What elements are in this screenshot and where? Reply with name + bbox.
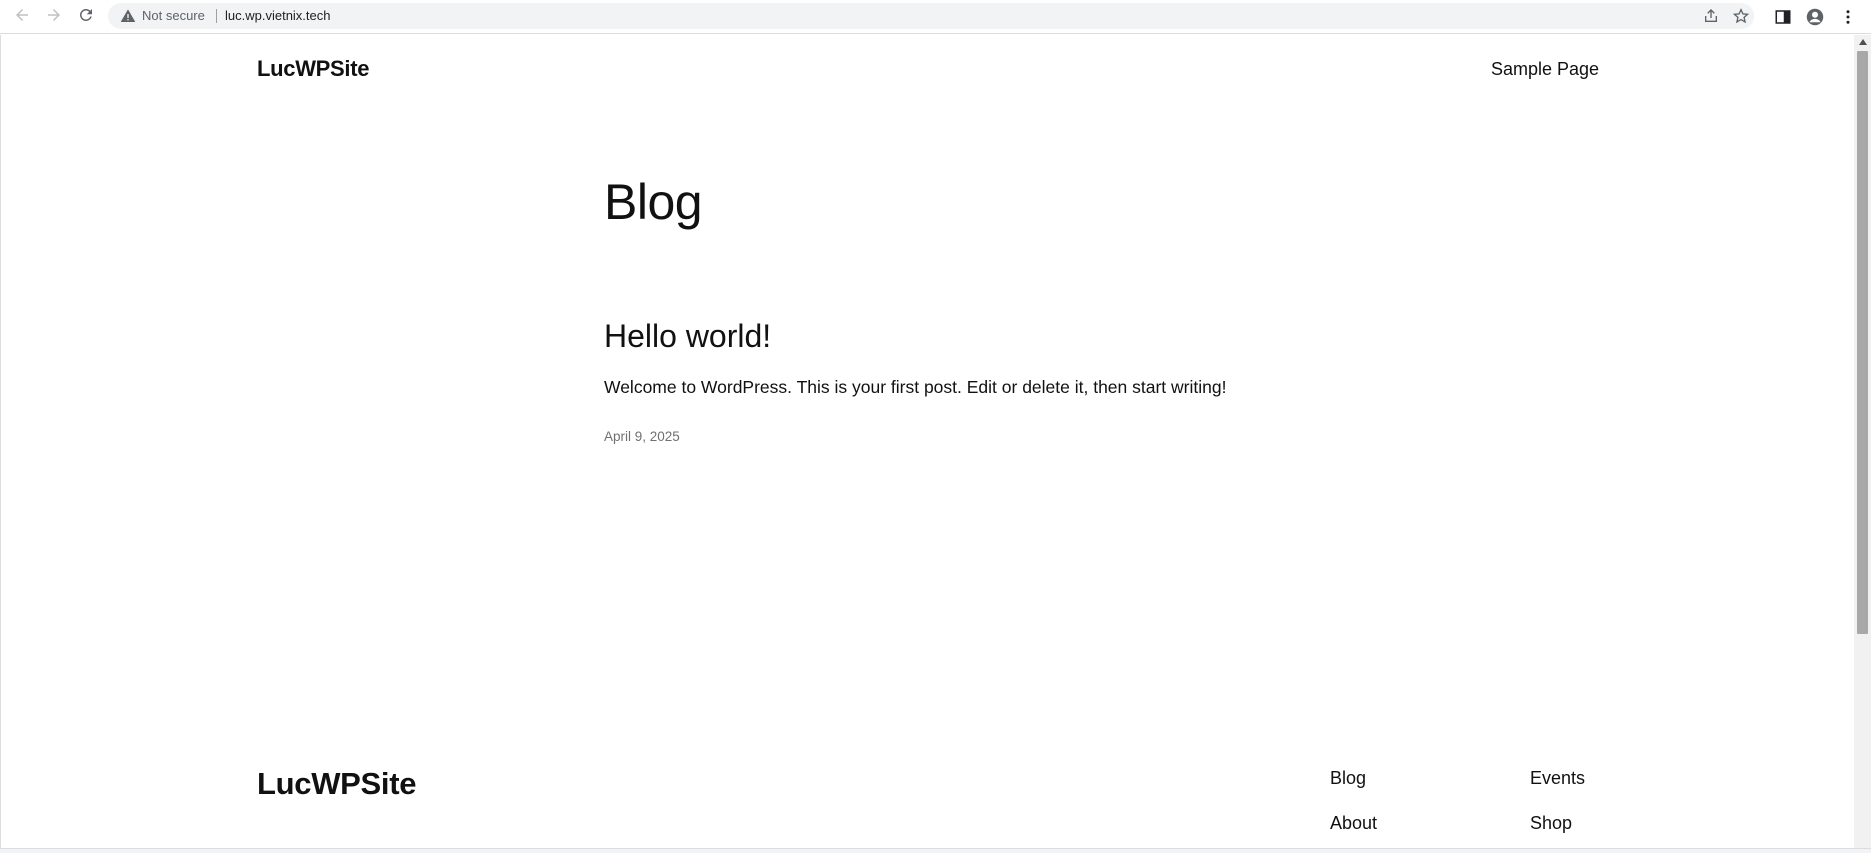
site-title-link[interactable]: LucWPSite bbox=[257, 56, 370, 82]
address-bar[interactable]: Not secure luc.wp.vietnix.tech bbox=[108, 3, 1754, 29]
reload-icon bbox=[79, 8, 92, 21]
reload-button[interactable] bbox=[74, 3, 98, 27]
footer-site-title-link[interactable]: LucWPSite bbox=[257, 764, 417, 804]
side-panel-icon bbox=[1775, 10, 1791, 24]
footer-link-blog[interactable]: Blog bbox=[1330, 767, 1366, 789]
post-date[interactable]: April 9, 2025 bbox=[604, 428, 680, 446]
share-icon bbox=[1705, 9, 1717, 22]
kebab-menu-icon bbox=[1846, 10, 1850, 24]
triangle-up-icon bbox=[1858, 39, 1867, 45]
scrollbar-thumb[interactable] bbox=[1857, 51, 1868, 634]
security-status[interactable]: Not secure bbox=[142, 8, 205, 24]
page-scrollbar[interactable] bbox=[1854, 35, 1871, 848]
page-title: Blog bbox=[604, 174, 703, 230]
back-arrow-icon bbox=[16, 9, 28, 21]
scroll-up-button[interactable] bbox=[1854, 35, 1871, 49]
browser-menu-button[interactable] bbox=[1836, 5, 1860, 29]
nav-item-sample-page[interactable]: Sample Page bbox=[1491, 59, 1599, 80]
profile-button[interactable] bbox=[1803, 5, 1827, 29]
window-bottom-edge bbox=[0, 848, 1871, 853]
url-text[interactable]: luc.wp.vietnix.tech bbox=[225, 8, 331, 24]
omnibox-divider bbox=[216, 9, 217, 23]
profile-icon bbox=[1806, 8, 1824, 26]
footer-link-events[interactable]: Events bbox=[1530, 767, 1585, 789]
forward-button[interactable] bbox=[42, 3, 66, 27]
forward-arrow-icon bbox=[48, 9, 60, 21]
star-icon bbox=[1733, 8, 1749, 24]
page-viewport bbox=[0, 35, 1871, 848]
back-button[interactable] bbox=[10, 3, 34, 27]
post-title-link[interactable]: Hello world! bbox=[604, 316, 771, 356]
side-panel-button[interactable] bbox=[1771, 5, 1795, 29]
browser-toolbar: Not secure luc.wp.vietnix.tech bbox=[0, 0, 1871, 34]
warning-triangle-icon bbox=[120, 9, 136, 22]
bookmark-button[interactable] bbox=[1732, 7, 1750, 25]
footer-link-about[interactable]: About bbox=[1330, 812, 1377, 834]
footer-link-shop[interactable]: Shop bbox=[1530, 812, 1572, 834]
post-excerpt: Welcome to WordPress. This is your first… bbox=[604, 377, 1227, 397]
share-button[interactable] bbox=[1702, 7, 1720, 25]
